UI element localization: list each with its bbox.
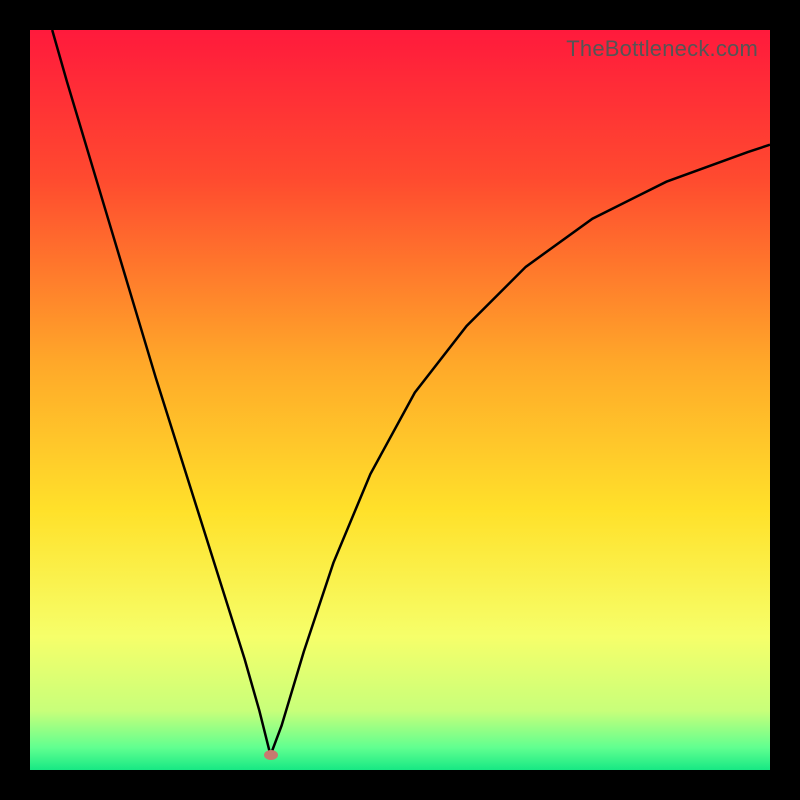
- bottleneck-curve: [52, 30, 770, 755]
- plot-area: TheBottleneck.com: [30, 30, 770, 770]
- chart-frame: TheBottleneck.com: [30, 30, 770, 770]
- minimum-marker: [264, 750, 278, 760]
- watermark-text: TheBottleneck.com: [566, 36, 758, 62]
- curve-svg: [30, 30, 770, 770]
